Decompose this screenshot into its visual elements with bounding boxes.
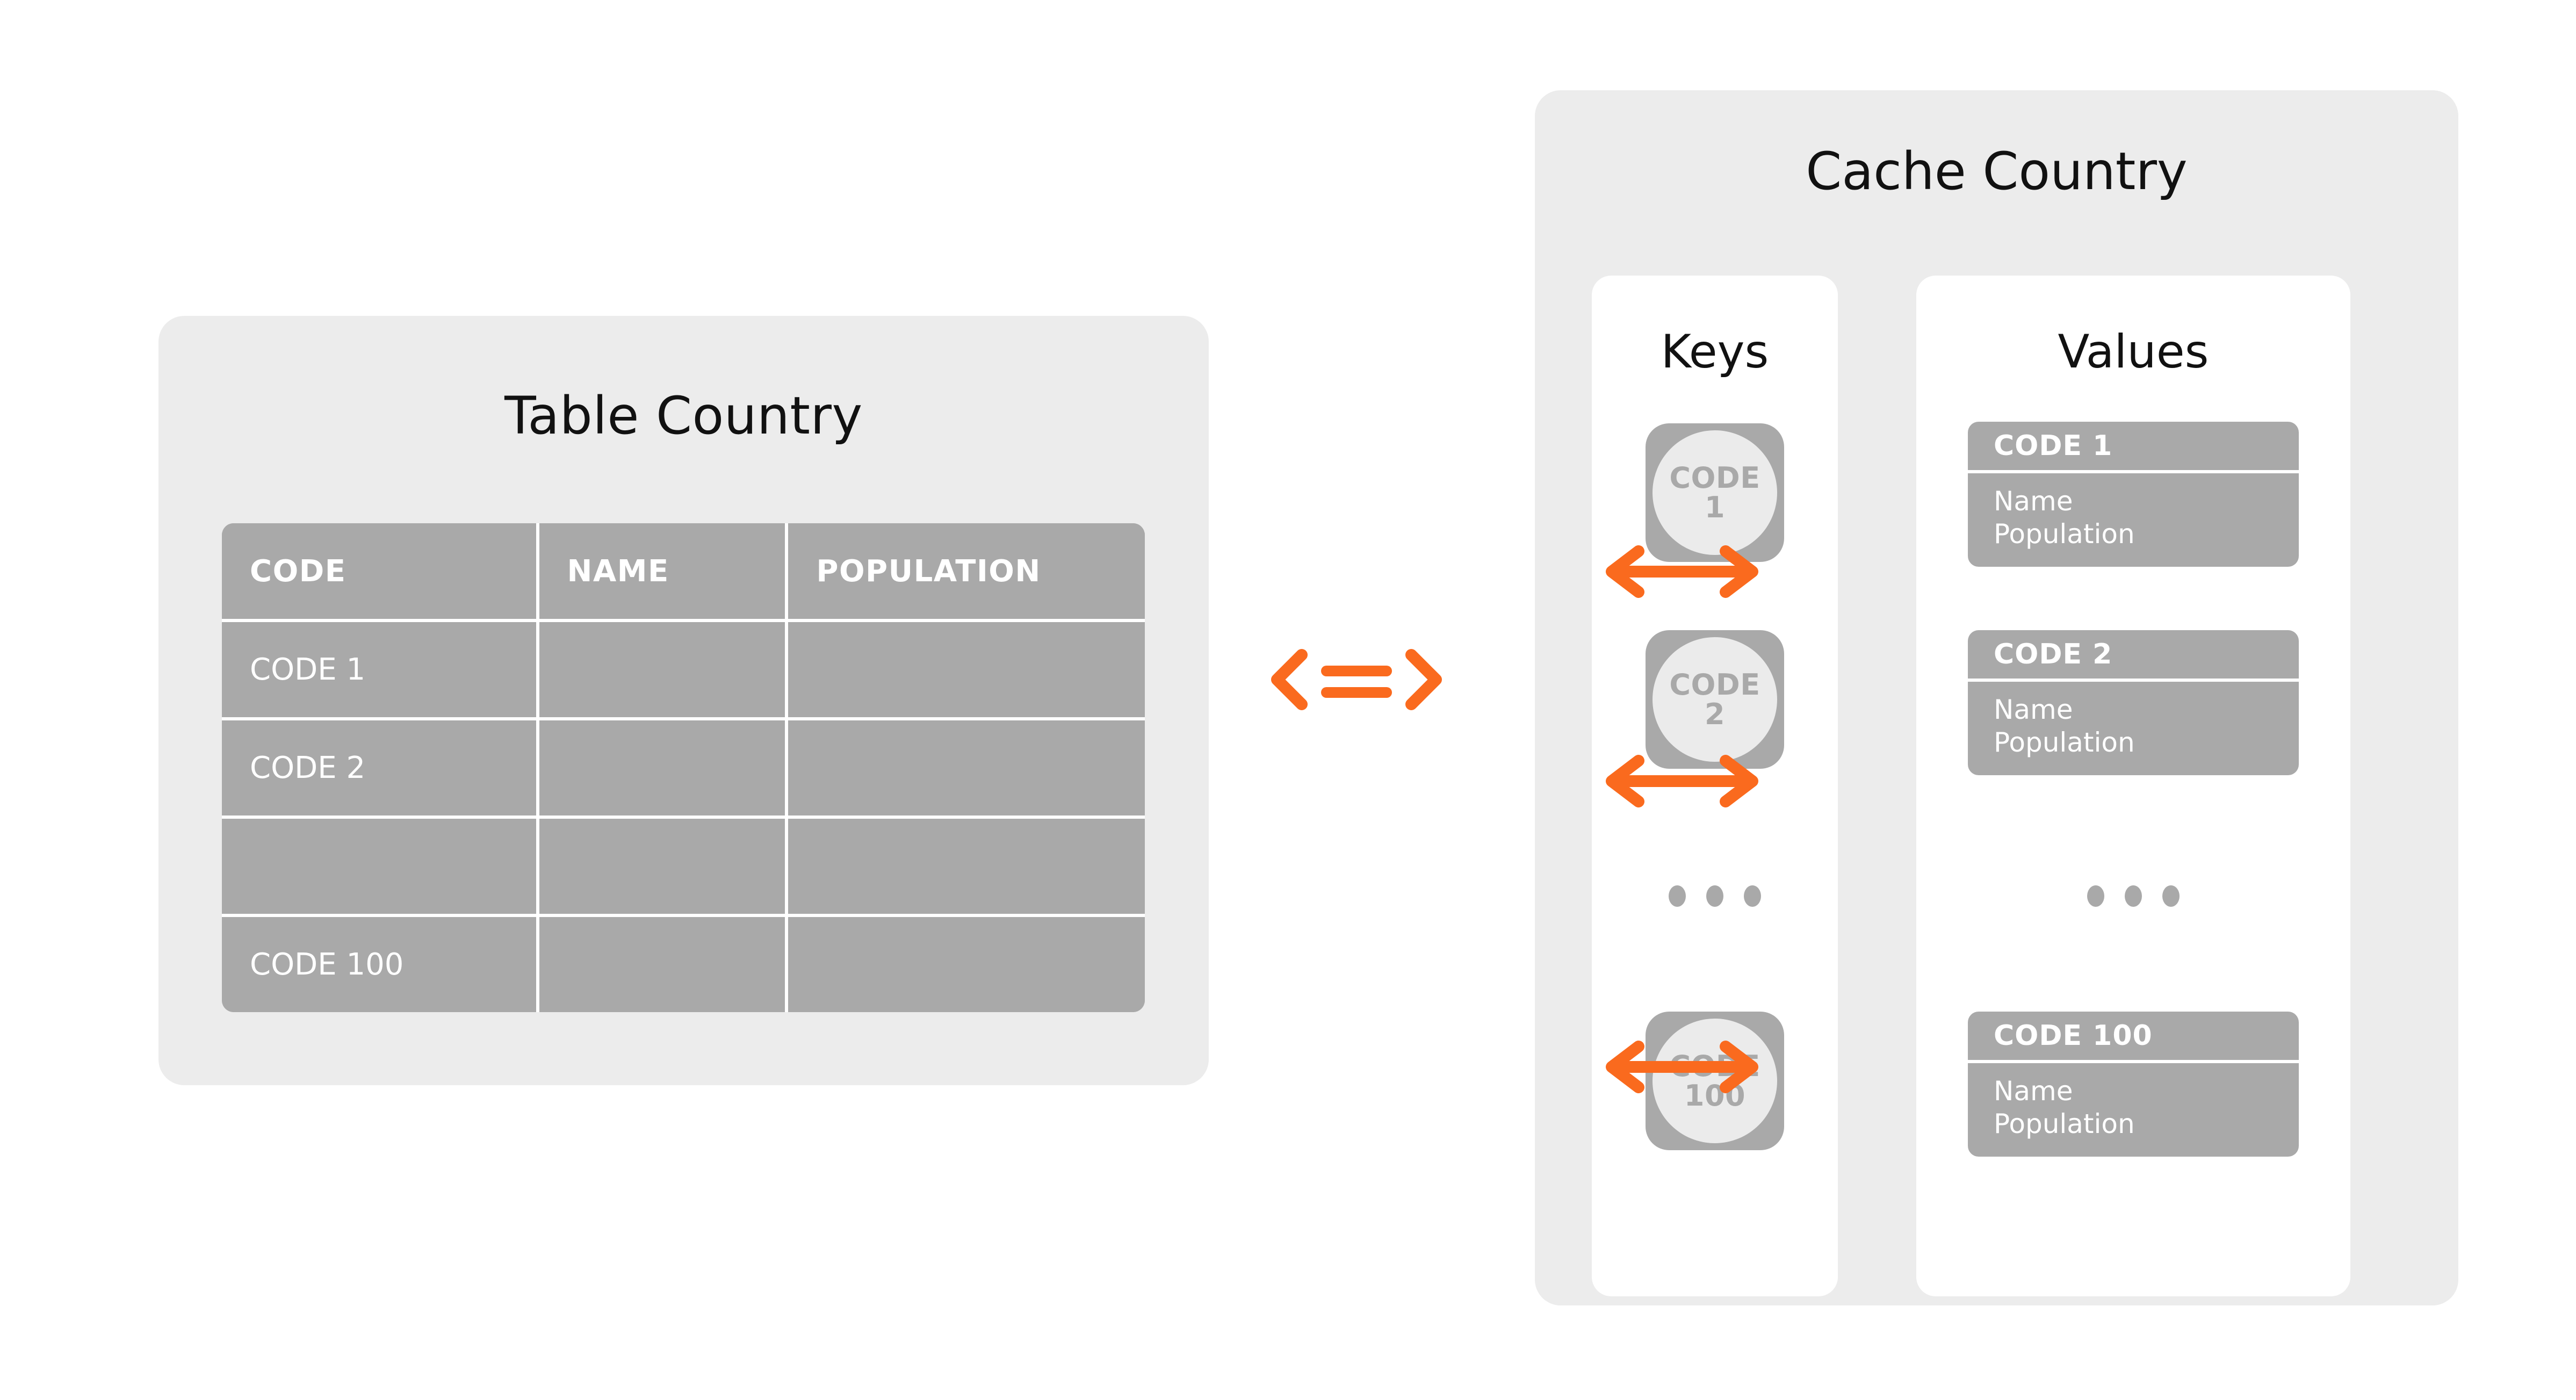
table-row: CODE 100	[222, 915, 1145, 1012]
table-row	[222, 817, 1145, 918]
cell-name	[537, 719, 789, 819]
value-card-header: CODE 1	[1968, 422, 2299, 473]
values-column-heading: Values	[2058, 325, 2209, 379]
value-card[interactable]: CODE 100 Name Population	[1968, 1012, 2299, 1157]
cell-code: CODE 1	[222, 620, 539, 721]
cell-name	[537, 915, 789, 1012]
value-card-body: Name Population	[1968, 682, 2299, 775]
key-badge-label-line2: 1	[1704, 490, 1726, 524]
ellipsis-dot	[1669, 885, 1686, 907]
value-card[interactable]: CODE 1 Name Population	[1968, 422, 2299, 567]
key-badge-circle: CODE 2	[1653, 637, 1777, 762]
ellipsis-dot	[1706, 885, 1723, 907]
equivalence-icon	[1265, 647, 1448, 712]
cell-population	[786, 915, 1145, 1012]
cell-code: CODE 100	[222, 915, 539, 1012]
ellipsis-dot	[2162, 885, 2180, 907]
column-header-name: NAME	[537, 523, 789, 622]
table-row: CODE 1	[222, 620, 1145, 721]
key-badge-label-line1: CODE	[1669, 667, 1760, 702]
value-field-name: Name	[1994, 1076, 2073, 1107]
ellipsis-dot	[2125, 885, 2142, 907]
cache-country-title: Cache Country	[1806, 141, 2188, 201]
value-field-population: Population	[1994, 727, 2135, 758]
value-card[interactable]: CODE 2 Name Population	[1968, 630, 2299, 775]
bidirectional-arrow-icon	[1599, 752, 1765, 810]
key-badge-label-line1: CODE	[1669, 460, 1760, 495]
cell-name	[537, 817, 789, 918]
table-country-title: Table Country	[504, 386, 863, 446]
keys-ellipsis	[1669, 885, 1761, 907]
ellipsis-dot	[1744, 885, 1761, 907]
cell-code	[222, 817, 539, 918]
key-badge[interactable]: CODE 1	[1646, 423, 1784, 562]
values-column-card: Values CODE 1 Name Population CODE 2 Nam…	[1916, 276, 2350, 1296]
key-badge[interactable]: CODE 2	[1646, 630, 1784, 769]
table-row: CODE 2	[222, 719, 1145, 819]
ellipsis-dot	[2087, 885, 2104, 907]
column-header-code: CODE	[222, 523, 539, 622]
column-header-population: POPULATION	[786, 523, 1145, 622]
table-header-row: CODE NAME POPULATION	[222, 523, 1145, 622]
key-badge-label-line2: 2	[1704, 697, 1726, 731]
value-card-body: Name Population	[1968, 1063, 2299, 1157]
value-card-header: CODE 2	[1968, 630, 2299, 682]
cell-population	[786, 817, 1145, 918]
cell-population	[786, 719, 1145, 819]
country-table: CODE NAME POPULATION CODE 1 CODE 2 CODE …	[222, 523, 1145, 1012]
bidirectional-arrow-icon	[1599, 543, 1765, 601]
value-card-body: Name Population	[1968, 473, 2299, 567]
values-ellipsis	[2087, 885, 2180, 907]
key-badge-circle: CODE 1	[1653, 430, 1777, 555]
keys-column-heading: Keys	[1661, 325, 1769, 379]
cell-code: CODE 2	[222, 719, 539, 819]
value-field-population: Population	[1994, 1108, 2135, 1139]
value-card-header: CODE 100	[1968, 1012, 2299, 1063]
cache-country-panel: Cache Country Keys CODE 1 CODE 2 CODE 10…	[1535, 90, 2458, 1305]
value-field-name: Name	[1994, 486, 2073, 517]
table-country-panel: Table Country CODE NAME POPULATION CODE …	[158, 316, 1209, 1085]
bidirectional-arrow-icon	[1599, 1038, 1765, 1096]
cell-population	[786, 620, 1145, 721]
value-field-population: Population	[1994, 518, 2135, 550]
value-field-name: Name	[1994, 694, 2073, 725]
cell-name	[537, 620, 789, 721]
